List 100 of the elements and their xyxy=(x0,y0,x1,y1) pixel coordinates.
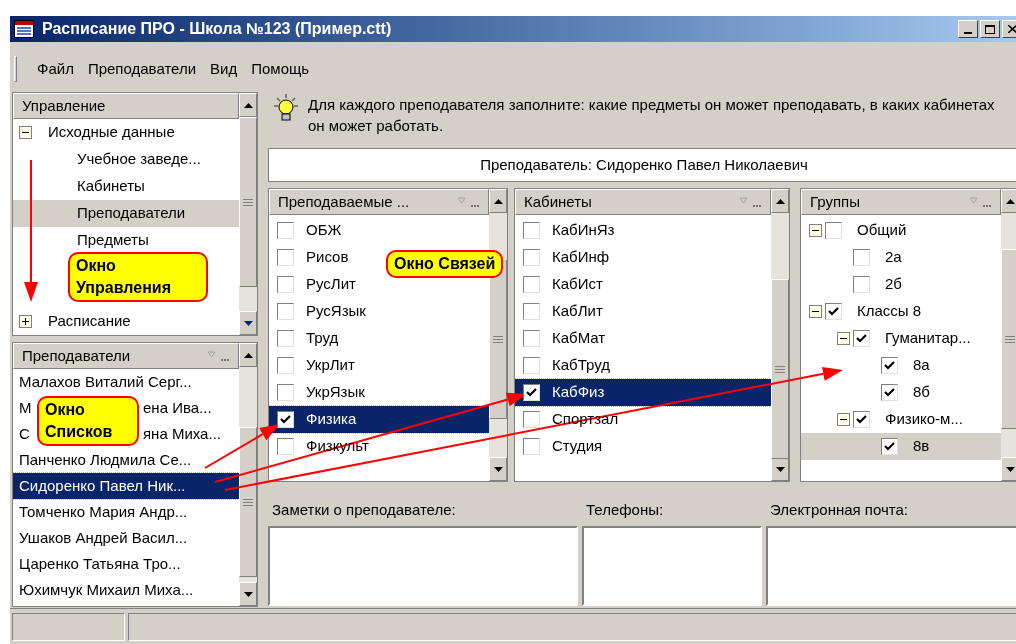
checkbox[interactable] xyxy=(277,249,294,266)
checkbox[interactable] xyxy=(881,384,898,401)
checkbox[interactable] xyxy=(825,303,842,320)
expand-toggle[interactable] xyxy=(837,332,850,345)
tree-item[interactable]: 2а xyxy=(801,244,1001,271)
column-header[interactable]: Управление xyxy=(13,93,239,119)
checkbox[interactable] xyxy=(853,276,870,293)
menu-item[interactable]: Вид xyxy=(204,56,244,82)
text-area[interactable] xyxy=(268,526,578,606)
list-item[interactable]: Малахов Виталий Серг... xyxy=(13,369,239,395)
list-item[interactable]: УкрЯзык xyxy=(269,379,489,406)
expand-toggle[interactable] xyxy=(837,413,850,426)
list-item[interactable]: Физика xyxy=(269,406,489,433)
scroll-thumb[interactable] xyxy=(1001,249,1016,429)
scrollbar[interactable] xyxy=(239,93,257,335)
tree-item[interactable]: Физико-м... xyxy=(801,406,1001,433)
scroll-up-button[interactable] xyxy=(239,93,257,117)
text-area[interactable] xyxy=(582,526,762,606)
tree-item[interactable]: 8б xyxy=(801,379,1001,406)
list-item[interactable]: Ушаков Андрей Васил... xyxy=(13,525,239,551)
scroll-up-button[interactable] xyxy=(489,189,507,213)
column-header[interactable]: Преподаватели xyxy=(13,343,239,369)
checkbox[interactable] xyxy=(523,330,540,347)
scroll-down-button[interactable] xyxy=(239,311,257,335)
checkbox[interactable] xyxy=(853,249,870,266)
scroll-down-button[interactable] xyxy=(239,582,257,606)
list-item[interactable]: КабИнЯз xyxy=(515,217,771,244)
list-item[interactable]: ОБЖ xyxy=(269,217,489,244)
list-item[interactable]: РусЯзык xyxy=(269,298,489,325)
scroll-thumb[interactable] xyxy=(239,117,257,287)
tree-item[interactable]: Общий xyxy=(801,217,1001,244)
list-item[interactable]: Панченко Людмила Се... xyxy=(13,447,239,473)
menu-item[interactable]: Помощь xyxy=(245,56,316,82)
checkbox[interactable] xyxy=(523,222,540,239)
close-button[interactable] xyxy=(1002,20,1016,38)
list-item[interactable]: КабЛит xyxy=(515,298,771,325)
expand-toggle[interactable] xyxy=(19,126,32,139)
expand-toggle[interactable] xyxy=(809,224,822,237)
checkbox[interactable] xyxy=(825,222,842,239)
checkbox[interactable] xyxy=(277,438,294,455)
minimize-button[interactable] xyxy=(958,20,978,38)
scroll-down-button[interactable] xyxy=(489,457,507,481)
checkbox[interactable] xyxy=(881,438,898,455)
checkbox[interactable] xyxy=(277,330,294,347)
tree-item[interactable]: Кабинеты xyxy=(13,173,239,200)
list-item[interactable]: КабИст xyxy=(515,271,771,298)
column-header[interactable]: Группы xyxy=(801,189,1001,215)
tree-item[interactable]: Классы 8 xyxy=(801,298,1001,325)
scroll-up-button[interactable] xyxy=(771,189,789,213)
tree-item[interactable]: Гуманитар... xyxy=(801,325,1001,352)
expand-toggle[interactable] xyxy=(19,315,32,328)
checkbox[interactable] xyxy=(853,411,870,428)
checkbox[interactable] xyxy=(523,411,540,428)
tree-item[interactable]: Предметы xyxy=(13,227,239,254)
tree-item[interactable]: Исходные данные xyxy=(13,119,239,146)
scrollbar[interactable] xyxy=(239,343,257,606)
list-item[interactable]: Царенко Татьяна Тро... xyxy=(13,551,239,577)
checkbox[interactable] xyxy=(277,384,294,401)
checkbox[interactable] xyxy=(277,222,294,239)
checkbox[interactable] xyxy=(523,357,540,374)
checkbox[interactable] xyxy=(277,357,294,374)
checkbox[interactable] xyxy=(523,249,540,266)
checkbox[interactable] xyxy=(277,411,294,428)
scrollbar[interactable] xyxy=(1001,189,1016,481)
tree-item[interactable]: Преподаватели xyxy=(13,200,239,227)
tree-item[interactable]: 8а xyxy=(801,352,1001,379)
list-item[interactable]: КабМат xyxy=(515,325,771,352)
checkbox[interactable] xyxy=(523,276,540,293)
list-item[interactable]: УкрЛит xyxy=(269,352,489,379)
list-item[interactable]: КабИнф xyxy=(515,244,771,271)
list-item[interactable]: КабТруд xyxy=(515,352,771,379)
column-header[interactable]: Преподаваемые ... xyxy=(269,189,489,215)
list-item[interactable]: Томченко Мария Андр... xyxy=(13,499,239,525)
expand-toggle[interactable] xyxy=(809,305,822,318)
scroll-down-button[interactable] xyxy=(771,457,789,481)
scroll-down-button[interactable] xyxy=(1001,457,1016,481)
scroll-up-button[interactable] xyxy=(1001,189,1016,213)
menu-item[interactable]: Преподаватели xyxy=(81,56,203,82)
checkbox[interactable] xyxy=(277,276,294,293)
list-item[interactable]: Сидоренко Павел Ник... xyxy=(13,473,239,499)
scroll-thumb[interactable] xyxy=(771,279,789,459)
list-item[interactable]: Юхимчук Михаил Миха... xyxy=(13,577,239,603)
column-header[interactable]: Кабинеты xyxy=(515,189,771,215)
checkbox[interactable] xyxy=(881,357,898,374)
tree-item[interactable]: Учебное заведе... xyxy=(13,146,239,173)
list-item[interactable]: КабФиз xyxy=(515,379,771,406)
text-area[interactable] xyxy=(766,526,1016,606)
tree-item[interactable]: 8в xyxy=(801,433,1001,460)
checkbox[interactable] xyxy=(523,303,540,320)
checkbox[interactable] xyxy=(277,303,294,320)
scroll-thumb[interactable] xyxy=(239,427,257,577)
scrollbar[interactable] xyxy=(771,189,789,481)
checkbox[interactable] xyxy=(853,330,870,347)
menu-item[interactable]: Файл xyxy=(31,56,80,82)
list-item[interactable]: Труд xyxy=(269,325,489,352)
tree-item[interactable]: 2б xyxy=(801,271,1001,298)
checkbox[interactable] xyxy=(523,384,540,401)
maximize-button[interactable] xyxy=(980,20,1000,38)
tree-item[interactable]: Расписание xyxy=(13,308,239,335)
checkbox[interactable] xyxy=(523,438,540,455)
